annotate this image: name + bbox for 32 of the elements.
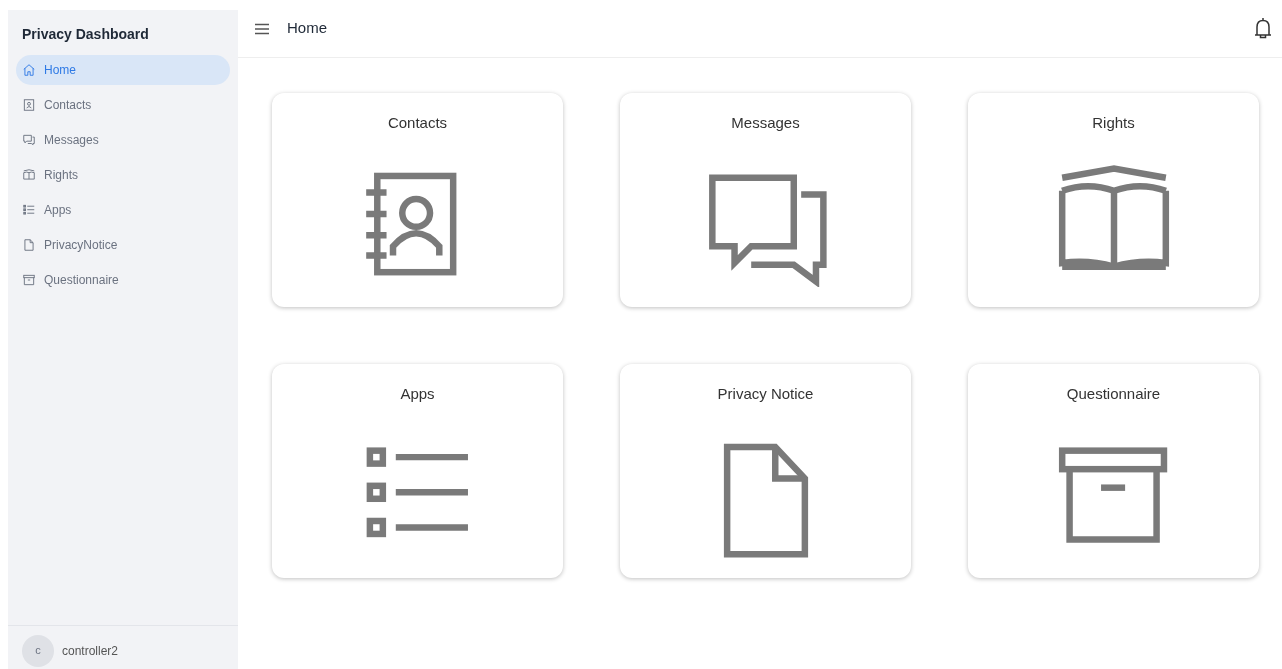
list-icon bbox=[22, 203, 36, 217]
menu-icon[interactable] bbox=[255, 22, 269, 35]
card-title: Messages bbox=[731, 113, 800, 133]
user-name: controller2 bbox=[62, 642, 119, 660]
feature-card[interactable]: Questionnaire bbox=[968, 364, 1259, 578]
user-avatar[interactable]: c bbox=[22, 634, 54, 667]
feature-card[interactable]: Rights bbox=[968, 93, 1259, 307]
card-title: Apps bbox=[400, 384, 435, 404]
sidebar-item[interactable]: Messages bbox=[16, 125, 230, 155]
sidebar-item[interactable]: Apps bbox=[16, 195, 230, 225]
chat-icon bbox=[22, 133, 36, 147]
contact-card-icon bbox=[22, 98, 36, 112]
book-icon bbox=[22, 168, 36, 182]
app-title: Privacy Dashboard bbox=[21, 25, 150, 44]
feature-card[interactable]: Apps bbox=[272, 364, 563, 578]
archive-box-icon bbox=[22, 273, 36, 287]
home-icon bbox=[22, 63, 36, 77]
card-title: Contacts bbox=[387, 113, 448, 133]
page-title: Home bbox=[287, 18, 327, 39]
document-icon bbox=[22, 238, 36, 252]
card-title: Rights bbox=[1092, 113, 1135, 133]
card-title: Privacy Notice bbox=[717, 384, 814, 404]
sidebar-item[interactable]: Contacts bbox=[16, 90, 230, 120]
sidebar-item[interactable]: Rights bbox=[16, 160, 230, 190]
notification-bell-icon[interactable] bbox=[1253, 16, 1273, 41]
feature-card[interactable]: Messages bbox=[620, 93, 911, 307]
card-title: Questionnaire bbox=[1066, 384, 1161, 404]
sidebar-item[interactable]: PrivacyNotice bbox=[16, 230, 230, 260]
sidebar-item[interactable]: Questionnaire bbox=[16, 265, 230, 295]
sidebar-item[interactable]: Home bbox=[16, 55, 230, 85]
feature-card[interactable]: Privacy Notice bbox=[620, 364, 911, 578]
feature-card[interactable]: Contacts bbox=[272, 93, 563, 307]
